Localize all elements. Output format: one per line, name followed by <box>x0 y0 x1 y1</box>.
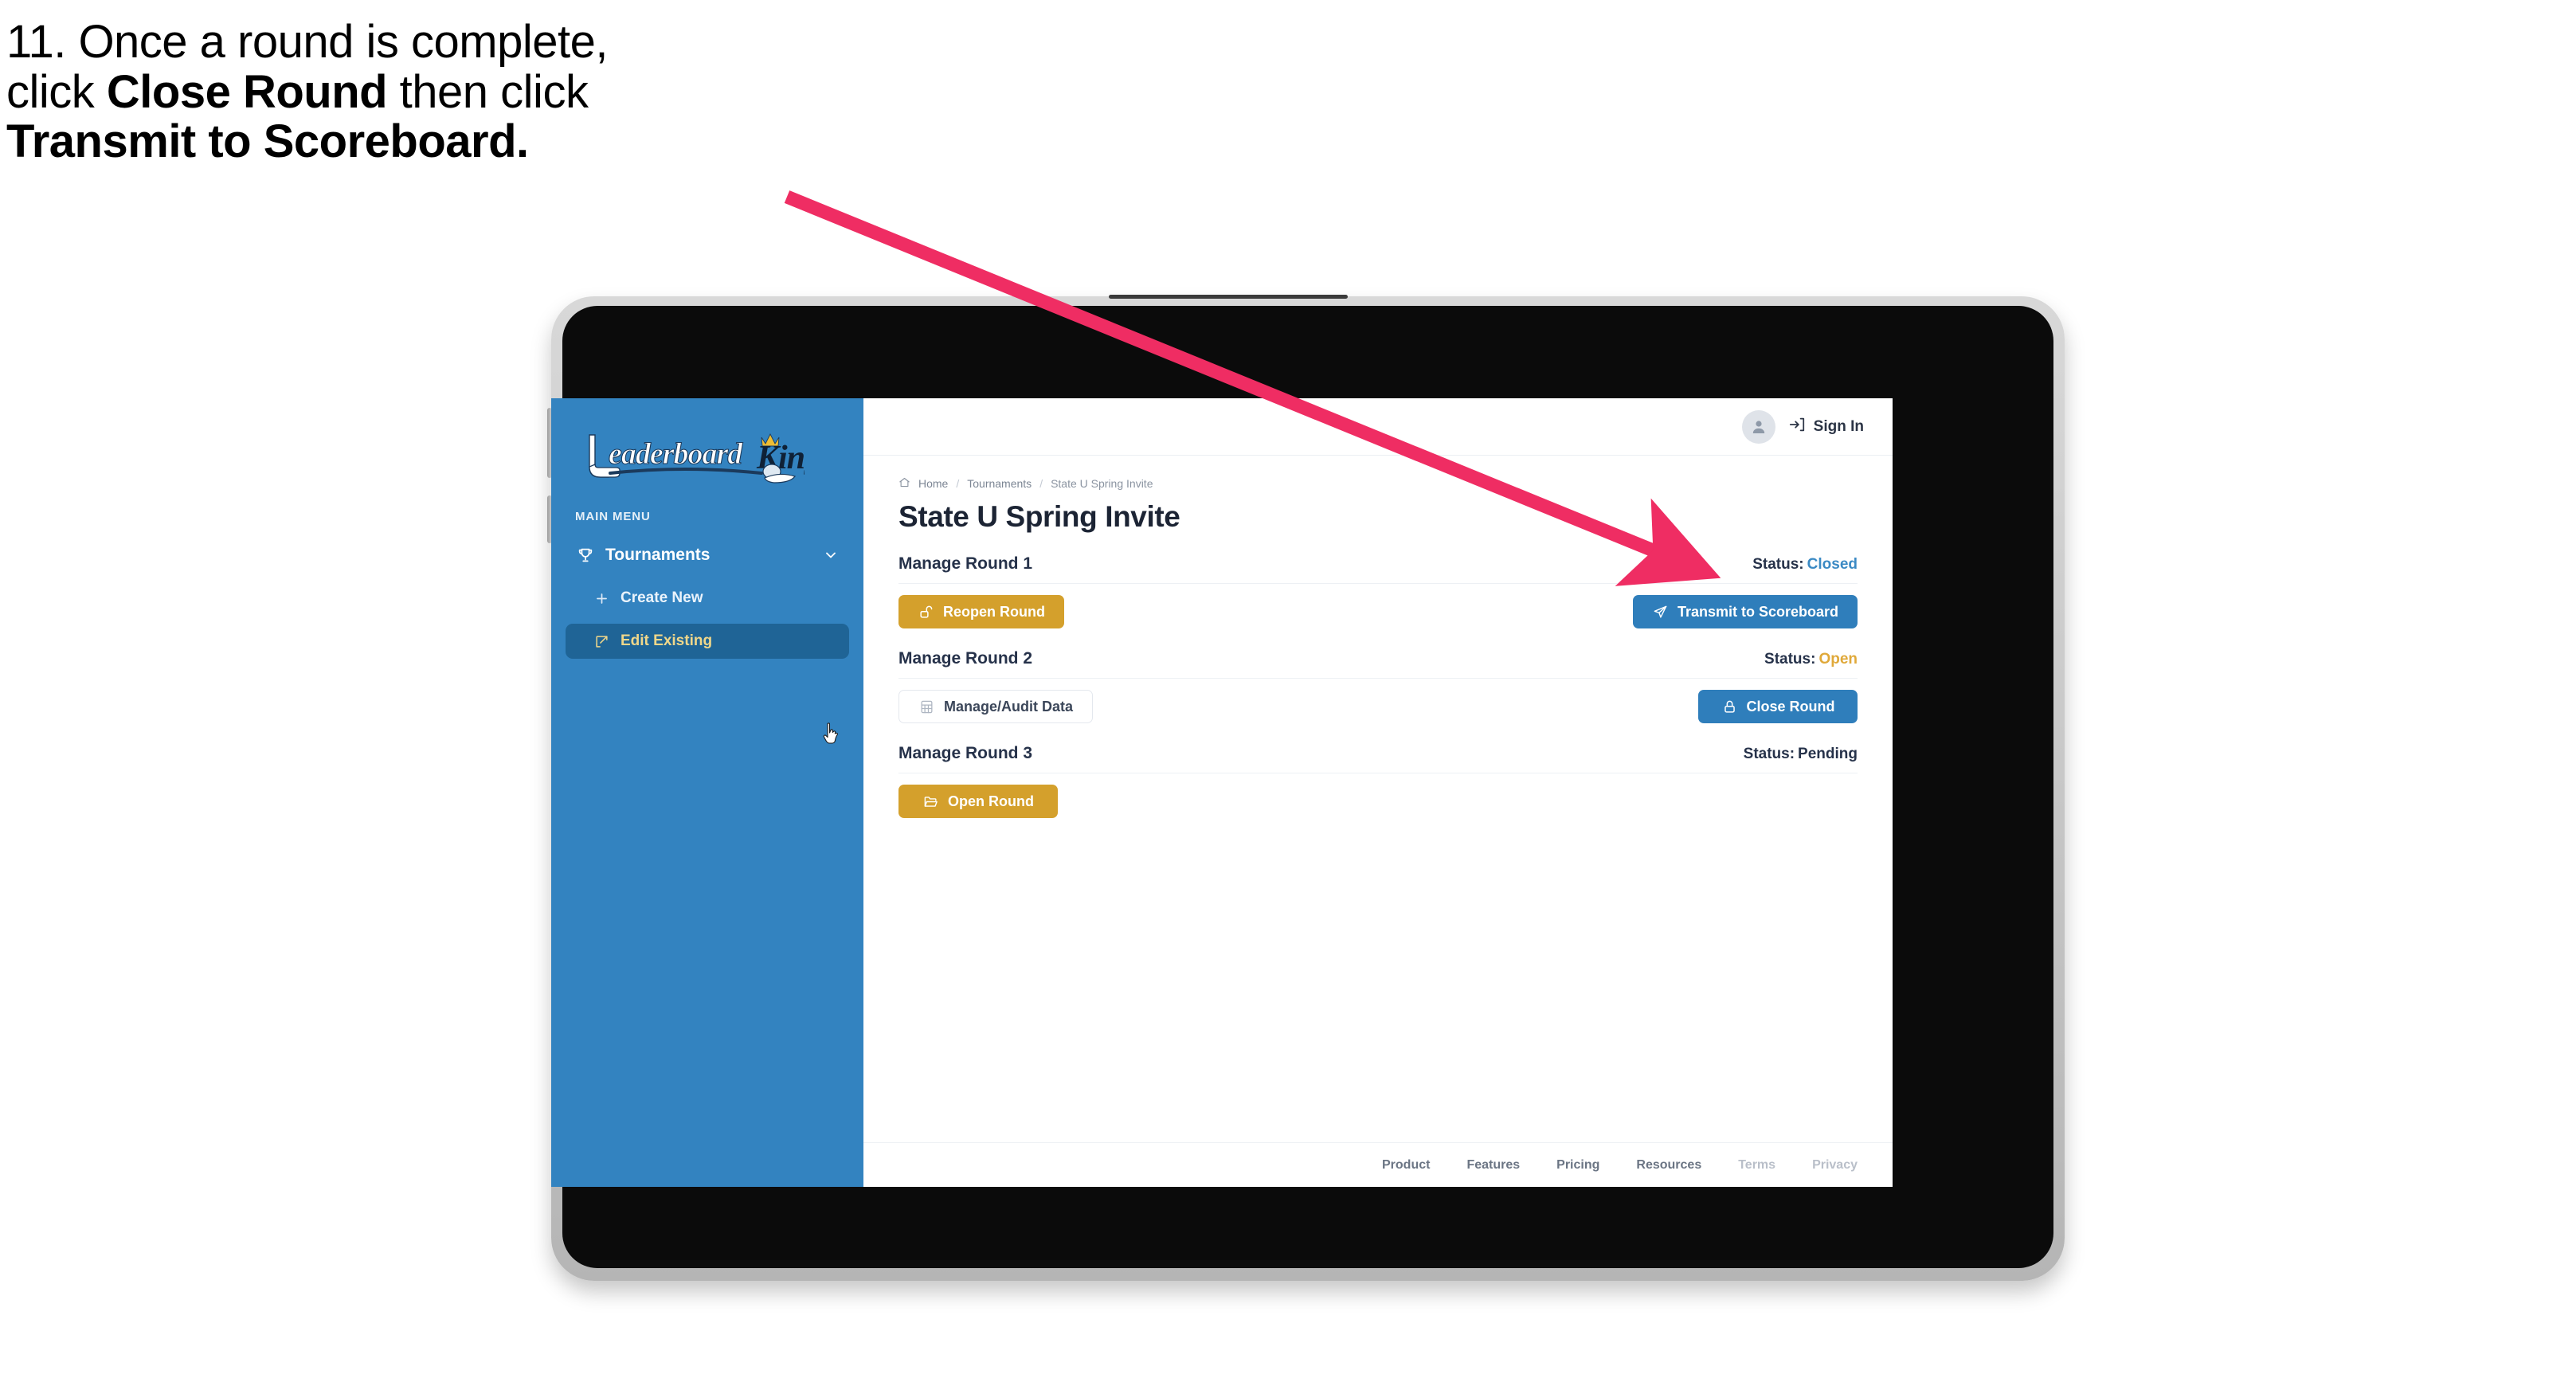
button-label: Manage/Audit Data <box>944 698 1074 715</box>
sidebar-item-label: Edit Existing <box>621 632 713 649</box>
breadcrumb-separator: / <box>956 477 960 490</box>
sign-in-label: Sign In <box>1813 417 1864 435</box>
round-title: Manage Round 2 <box>898 649 1033 668</box>
table-grid-icon <box>918 699 935 715</box>
sidebar-item-label: Tournaments <box>605 546 711 564</box>
footer-link-product[interactable]: Product <box>1382 1158 1430 1173</box>
transmit-to-scoreboard-button[interactable]: Transmit to Scoreboard <box>1632 595 1858 628</box>
caption-line-2-bold: Close Round <box>106 65 388 118</box>
page-title: State U Spring Invite <box>898 500 1180 533</box>
chevron-down-icon[interactable] <box>822 546 840 564</box>
avatar[interactable] <box>1741 409 1775 444</box>
sidebar-item-create-new[interactable]: Create New <box>566 581 849 616</box>
sidebar-section-label: MAIN MENU <box>575 510 651 523</box>
open-round-button[interactable]: Open Round <box>898 785 1058 818</box>
status-label: Status: <box>1764 651 1816 668</box>
round-title: Manage Round 1 <box>898 554 1033 573</box>
svg-text:eaderboard: eaderboard <box>609 437 743 471</box>
breadcrumb-item-current: State U Spring Invite <box>1051 477 1153 490</box>
lock-icon <box>1721 699 1738 715</box>
round-header: Manage Round 3 Status: Pending <box>898 744 1858 763</box>
manage-audit-data-button[interactable]: Manage/Audit Data <box>898 690 1094 723</box>
status-badge: Status: Open <box>1764 651 1858 668</box>
page-content: Home / Tournaments / State U Spring Invi… <box>863 456 1893 1142</box>
caption-line-2-post: then click <box>387 65 589 118</box>
unlock-icon <box>918 604 934 621</box>
plus-icon <box>593 589 610 607</box>
sidebar-item-label: Create New <box>621 589 703 606</box>
app-logo[interactable]: eaderboard King <box>551 419 863 492</box>
footer-link-pricing[interactable]: Pricing <box>1556 1158 1599 1173</box>
button-label: Transmit to Scoreboard <box>1677 603 1838 620</box>
divider <box>898 678 1858 679</box>
folder-open-icon <box>922 793 939 810</box>
footer-link-resources[interactable]: Resources <box>1636 1158 1701 1173</box>
mouse-cursor-pointer <box>823 722 839 744</box>
tablet-top-speaker <box>1109 295 1348 299</box>
status-badge: Status: Pending <box>1744 746 1858 763</box>
divider <box>898 583 1858 584</box>
status-value: Pending <box>1798 746 1858 762</box>
sidebar: eaderboard King MAIN MENU <box>551 398 863 1187</box>
round-header: Manage Round 1 Status: Closed <box>898 554 1858 574</box>
sidebar-item-edit-existing[interactable]: Edit Existing <box>566 624 849 659</box>
breadcrumb-item-home[interactable]: Home <box>918 477 948 490</box>
breadcrumb-item-tournaments[interactable]: Tournaments <box>967 477 1032 490</box>
round-actions: Open Round <box>898 785 1858 818</box>
status-value: Closed <box>1807 556 1858 573</box>
button-label: Close Round <box>1746 698 1835 715</box>
status-label: Status: <box>1743 746 1795 762</box>
close-round-button[interactable]: Close Round <box>1698 690 1858 723</box>
sign-in-button[interactable]: Sign In <box>1788 416 1864 437</box>
round-section-3: Manage Round 3 Status: Pending Open Roun… <box>898 744 1858 818</box>
round-title: Manage Round 3 <box>898 744 1033 762</box>
footer-link-features[interactable]: Features <box>1466 1158 1520 1173</box>
home-icon[interactable] <box>898 476 910 491</box>
status-label: Status: <box>1752 556 1804 573</box>
sidebar-item-tournaments[interactable]: Tournaments <box>566 538 849 573</box>
footer-link-terms[interactable]: Terms <box>1738 1158 1775 1173</box>
button-label: Reopen Round <box>943 603 1045 620</box>
round-actions: Reopen Round Transmit to Scoreboard <box>898 595 1858 628</box>
breadcrumb: Home / Tournaments / State U Spring Invi… <box>898 476 1858 491</box>
round-actions: Manage/Audit Data Close Round <box>898 690 1858 723</box>
breadcrumb-separator: / <box>1039 477 1043 490</box>
round-section-1: Manage Round 1 Status: Closed Reopen Rou… <box>898 554 1858 628</box>
screenshot-root: 11. Once a round is complete, click Clos… <box>0 0 2576 1386</box>
button-label: Open Round <box>948 793 1034 809</box>
status-badge: Status: Closed <box>1752 556 1858 574</box>
caption-line-2: click Close Round then click <box>6 65 867 118</box>
edit-square-icon <box>593 632 610 650</box>
main-content: Sign In Home / Tournaments / State U Spr… <box>863 398 1893 1187</box>
status-value: Open <box>1818 651 1858 668</box>
caption-line-2-pre: click <box>6 65 107 118</box>
user-avatar-icon <box>1752 420 1764 433</box>
reopen-round-button[interactable]: Reopen Round <box>898 595 1064 628</box>
caption-line-1: 11. Once a round is complete, <box>6 16 608 68</box>
top-bar: Sign In <box>863 398 1893 456</box>
paper-plane-icon <box>1652 604 1669 621</box>
footer: Product Features Pricing Resources Terms… <box>863 1142 1893 1187</box>
round-section-2: Manage Round 2 Status: Open Manage/Audit… <box>898 649 1858 723</box>
web-app-window: eaderboard King MAIN MENU <box>551 398 1893 1187</box>
caption-line-3: Transmit to Scoreboard. <box>6 116 529 168</box>
leaderboard-king-logo-icon: eaderboard King <box>589 433 805 484</box>
footer-link-privacy[interactable]: Privacy <box>1812 1158 1858 1173</box>
sign-in-arrow-icon <box>1788 416 1806 437</box>
instruction-caption: 11. Once a round is complete, click Clos… <box>6 16 867 168</box>
round-header: Manage Round 2 Status: Open <box>898 649 1858 668</box>
trophy-icon <box>575 545 596 566</box>
